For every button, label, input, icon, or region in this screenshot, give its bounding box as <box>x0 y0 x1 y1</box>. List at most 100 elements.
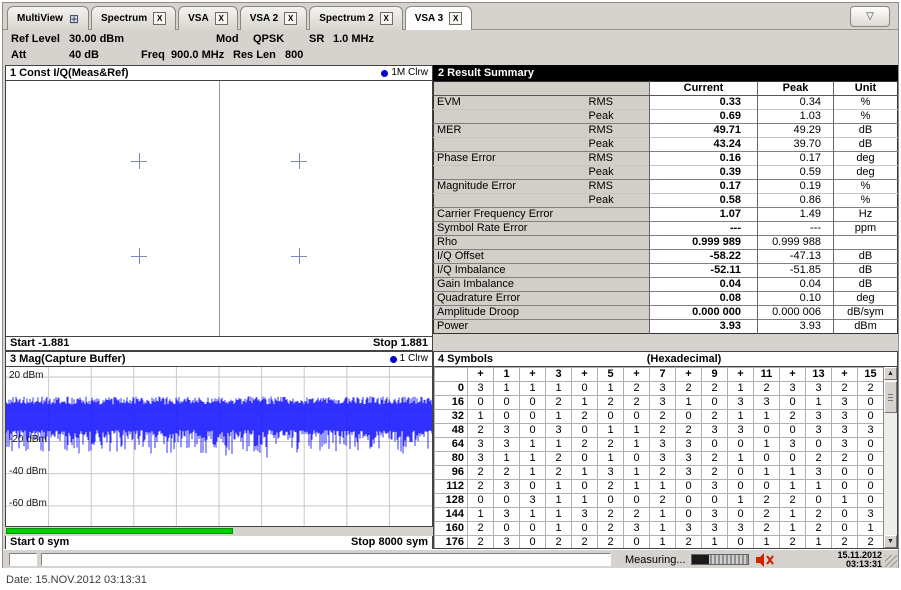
result-sub-cell: RMS <box>585 95 650 110</box>
symbol-cell: 1 <box>519 465 546 480</box>
symbols-row: 144 1 3 1 1 3 2 2 1 0 3 0 2 1 2 0 3 <box>434 507 884 522</box>
result-row: Quadrature Error 0.08 0.10 deg <box>433 291 898 306</box>
result-cur-cell: 0.69 <box>649 109 758 124</box>
freq-value[interactable]: 900.0 MHz <box>171 48 224 62</box>
symbols-table-area: +1 +3 +5 +7 +9 +11 +13 +15 0 3 1 1 1 0 1 2 3 2 2 1 2 3 3 2 2 16 0… <box>433 367 898 549</box>
symbols-row: 32 1 0 0 1 2 0 0 2 0 2 1 1 2 3 3 0 <box>434 409 884 424</box>
symbol-cell: 1 <box>753 535 780 548</box>
symbols-row-index: 96 <box>434 465 468 480</box>
result-row: Amplitude Droop 0.000 000 0.000 006 dB/sym <box>433 305 898 320</box>
symbols-header[interactable]: 4 Symbols (Hexadecimal) <box>433 351 898 367</box>
symbol-cell: 3 <box>493 507 520 522</box>
symbols-scrollbar[interactable]: ▲ ▼ <box>883 367 897 548</box>
symbol-cell: 2 <box>597 479 624 494</box>
result-peak-cell: 0.86 <box>757 193 834 208</box>
symbol-cell: 2 <box>779 493 806 508</box>
tab-close-icon[interactable]: X <box>449 12 463 25</box>
resize-grip[interactable] <box>885 555 897 567</box>
tab-close-icon[interactable]: X <box>379 12 393 25</box>
result-unit-cell: dB/sym <box>833 305 898 320</box>
tab-vsa-3[interactable]: VSA 3 X <box>404 6 473 30</box>
tab-close-icon[interactable]: X <box>153 12 167 25</box>
scroll-up-button[interactable]: ▲ <box>884 367 897 380</box>
mag-capture-plot[interactable]: 20 dBm -20 dBm -40 dBm -60 dBm <box>5 367 433 527</box>
symbols-row-index: 128 <box>434 493 468 508</box>
symbol-cell: 3 <box>467 451 494 466</box>
symbol-cell: 2 <box>623 507 650 522</box>
symbol-cell: 2 <box>701 465 728 480</box>
column-current: Current <box>649 81 758 96</box>
symbol-cell: 2 <box>857 381 884 396</box>
result-name-cell: EVM <box>433 95 586 110</box>
symbol-cell: 2 <box>649 465 676 480</box>
scroll-down-button[interactable]: ▼ <box>884 535 897 548</box>
symbol-cell: 0 <box>467 395 494 410</box>
symbol-cell: 0 <box>571 451 598 466</box>
symbol-cell: 2 <box>805 507 832 522</box>
constellation-plot[interactable] <box>5 81 433 337</box>
symbol-cell: 1 <box>519 451 546 466</box>
tab-label: VSA 3 <box>414 13 444 24</box>
tab-close-icon[interactable]: X <box>284 12 298 25</box>
symbol-cell: 1 <box>753 437 780 452</box>
status-field-left[interactable] <box>9 553 37 566</box>
symbol-cell: 3 <box>493 437 520 452</box>
tab-multiview[interactable]: MultiView ⊞ <box>7 6 89 30</box>
symbol-cell: 0 <box>597 493 624 508</box>
symbols-col-header: + <box>831 367 858 382</box>
tab-overflow-button[interactable]: ▽ <box>850 6 890 27</box>
axis-stop-label: Stop 1.881 <box>372 337 428 349</box>
symbol-cell: 0 <box>623 451 650 466</box>
result-peak-cell: 0.19 <box>757 179 834 194</box>
result-summary-header[interactable]: 2 Result Summary <box>433 65 898 81</box>
symbol-cell: 1 <box>753 465 780 480</box>
att-value[interactable]: 40 dB <box>69 48 99 62</box>
res-len-value[interactable]: 800 <box>285 48 303 62</box>
result-peak-cell: 0.17 <box>757 151 834 166</box>
symbol-cell: 1 <box>597 451 624 466</box>
tab-spectrum[interactable]: Spectrum X <box>91 6 177 30</box>
result-name-cell: Carrier Frequency Error <box>433 207 586 222</box>
result-row: Rho 0.999 989 0.999 988 <box>433 235 898 250</box>
symbol-cell: 3 <box>493 535 520 548</box>
status-message-field[interactable] <box>41 553 611 566</box>
result-cur-cell: 0.999 989 <box>649 235 758 250</box>
symbol-cell: 0 <box>831 521 858 536</box>
symbols-row-index: 176 <box>434 535 468 548</box>
result-sub-cell <box>585 221 650 236</box>
result-unit-cell: dBm <box>833 319 898 334</box>
symbol-cell: 1 <box>571 493 598 508</box>
symbol-cell: 1 <box>493 451 520 466</box>
sr-value[interactable]: 1.0 MHz <box>333 32 374 46</box>
symbol-cell: 1 <box>519 437 546 452</box>
const-iq-window: 1 Const I/Q(Meas&Ref) 1M Clrw Start -1.8… <box>5 65 433 351</box>
symbols-row-index: 64 <box>434 437 468 452</box>
symbol-cell: 3 <box>649 437 676 452</box>
symbol-cell: 1 <box>467 409 494 424</box>
symbols-row-index: 16 <box>434 395 468 410</box>
symbol-cell: 0 <box>519 521 546 536</box>
symbol-cell: 0 <box>519 423 546 438</box>
tab-close-icon[interactable]: X <box>214 12 228 25</box>
symbol-cell: 3 <box>467 381 494 396</box>
symbol-cell: 0 <box>831 507 858 522</box>
ref-level-value[interactable]: 30.00 dBm <box>69 32 124 46</box>
symbols-row: 112 2 3 0 1 0 2 1 1 0 3 0 0 1 1 0 0 <box>434 479 884 494</box>
scroll-thumb[interactable] <box>884 381 897 413</box>
y-tick-label: -20 dBm <box>9 434 47 445</box>
symbols-row: 96 2 2 1 2 1 3 1 2 3 2 0 1 1 3 0 0 <box>434 465 884 480</box>
tab-vsa-2[interactable]: VSA 2 X <box>239 6 308 30</box>
symbol-cell: 2 <box>805 451 832 466</box>
symbol-cell: 0 <box>623 493 650 508</box>
result-cur-cell: 0.33 <box>649 95 758 110</box>
mod-value[interactable]: QPSK <box>253 32 284 46</box>
symbols-row: 176 2 3 0 2 2 2 0 1 2 1 0 1 2 1 2 2 <box>434 535 884 548</box>
result-row: I/Q Imbalance -52.11 -51.85 dB <box>433 263 898 278</box>
symbol-cell: 3 <box>857 423 884 438</box>
tab-spectrum-2[interactable]: Spectrum 2 X <box>309 6 403 30</box>
mag-capture-header[interactable]: 3 Mag(Capture Buffer) 1 Clrw <box>5 351 433 367</box>
symbols-row-index: 160 <box>434 521 468 536</box>
const-iq-header[interactable]: 1 Const I/Q(Meas&Ref) 1M Clrw <box>5 65 433 81</box>
tab-vsa[interactable]: VSA X <box>178 6 238 30</box>
result-peak-cell: 39.70 <box>757 137 834 152</box>
